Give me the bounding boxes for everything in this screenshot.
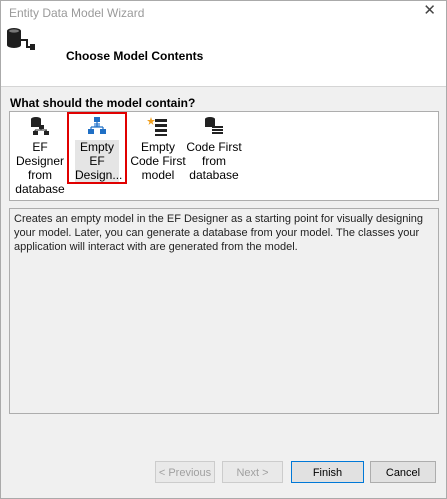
selection-highlight-box	[67, 112, 127, 184]
finish-button[interactable]: Finish	[291, 461, 364, 483]
page-title: Choose Model Contents	[66, 49, 204, 63]
wizard-window: Entity Data Model Wizard ✕ Choose Model …	[0, 0, 447, 499]
cancel-button[interactable]: Cancel	[370, 461, 436, 483]
code-first-database-icon	[205, 117, 223, 134]
model-contents-question: What should the model contain?	[10, 96, 196, 110]
option-label: EF Designer from database	[15, 140, 65, 196]
previous-button[interactable]: < Previous	[155, 461, 215, 483]
window-title: Entity Data Model Wizard	[9, 6, 145, 20]
option-ef-designer-from-database[interactable]: EF Designer from database	[12, 112, 68, 196]
wizard-header: Choose Model Contents	[1, 23, 446, 87]
option-description: Creates an empty model in the EF Designe…	[9, 208, 439, 414]
empty-code-first-icon	[147, 117, 167, 136]
next-button[interactable]: Next >	[222, 461, 283, 483]
model-options-list: EF Designer from database Empty EF Desig…	[9, 111, 439, 201]
option-label: Empty Code First model	[130, 140, 186, 182]
option-code-first-from-database[interactable]: Code First from database	[186, 112, 242, 184]
database-connect-icon	[7, 28, 35, 50]
option-label: Code First from database	[186, 140, 242, 182]
title-bar: Entity Data Model Wizard ✕	[1, 1, 446, 23]
close-icon[interactable]: ✕	[423, 3, 436, 19]
option-empty-code-first-model[interactable]: Empty Code First model	[128, 112, 188, 184]
ef-designer-database-icon	[31, 117, 49, 135]
